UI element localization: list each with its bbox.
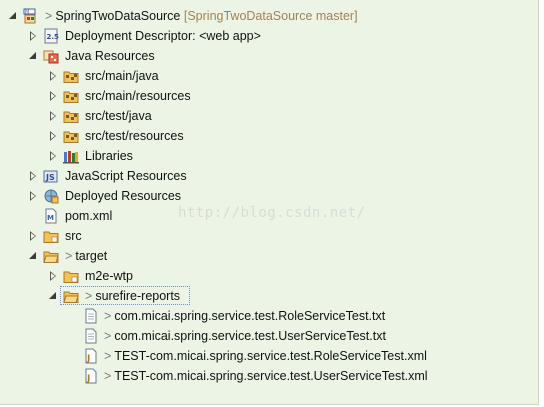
git-marker: > [65, 249, 73, 263]
collapsed-arrow-icon[interactable] [48, 270, 58, 282]
package-folder-icon [63, 88, 79, 104]
svg-text:J: J [86, 354, 90, 364]
libraries-icon [63, 148, 79, 164]
project-explorer-tree[interactable]: http://blog.csdn.net/ M > SpringTwoDataSo… [0, 0, 539, 405]
java-resources-icon [43, 48, 59, 64]
tree-item-src-test-resources[interactable]: src/test/resources [0, 126, 530, 146]
folder-icon [63, 288, 79, 304]
folder-icon [43, 228, 59, 244]
file-label: TEST-com.micai.spring.service.test.UserS… [114, 369, 428, 383]
svg-text:JS: JS [45, 173, 55, 182]
collapsed-arrow-icon[interactable] [28, 230, 38, 242]
tree-item-java-resources[interactable]: Java Resources [0, 46, 530, 66]
javascript-resources-label: JavaScript Resources [65, 169, 187, 183]
libraries-label: Libraries [85, 149, 133, 163]
tree-item-m2e-wtp[interactable]: m2e-wtp [0, 266, 530, 286]
deployed-resources-label: Deployed Resources [65, 189, 182, 203]
pom-label: pom.xml [65, 209, 113, 223]
tree-item-target[interactable]: > target [0, 246, 530, 266]
surefire-reports-label: surefire-reports [95, 289, 181, 303]
text-file-icon [83, 308, 99, 324]
svg-text:2.5: 2.5 [47, 33, 60, 41]
file-label: com.micai.spring.service.test.RoleServic… [114, 309, 386, 323]
tree-item-project[interactable]: M > SpringTwoDataSource [SpringTwoDataSou… [0, 6, 530, 26]
text-file-icon [83, 328, 99, 344]
deployment-descriptor-icon: 2.5 [43, 28, 59, 44]
folder-icon [63, 268, 79, 284]
tree-item-file[interactable]: J > TEST-com.micai.spring.service.test.Ro… [0, 346, 530, 366]
maven-web-project-icon: M [23, 8, 39, 24]
javascript-resources-icon: JS [43, 168, 59, 184]
tree-item-src-main-java[interactable]: src/main/java [0, 66, 530, 86]
xml-file-icon: J [83, 348, 99, 364]
collapsed-arrow-icon[interactable] [48, 110, 58, 122]
tree-item-file[interactable]: > com.micai.spring.service.test.RoleServi… [0, 306, 530, 326]
xml-file-icon: M [43, 208, 59, 224]
collapsed-arrow-icon[interactable] [48, 150, 58, 162]
java-resources-label: Java Resources [65, 49, 155, 63]
tree-item-libraries[interactable]: Libraries [0, 146, 530, 166]
tree-item-file[interactable]: > com.micai.spring.service.test.UserServi… [0, 326, 530, 346]
project-label: SpringTwoDataSource [55, 9, 181, 23]
collapsed-arrow-icon[interactable] [28, 30, 38, 42]
tree-item-file[interactable]: J > TEST-com.micai.spring.service.test.Us… [0, 366, 530, 386]
m2e-wtp-label: m2e-wtp [85, 269, 133, 283]
git-marker: > [104, 309, 112, 323]
git-branch-decoration: [SpringTwoDataSource master] [183, 9, 358, 23]
src-test-resources-label: src/test/resources [85, 129, 184, 143]
collapsed-arrow-icon[interactable] [28, 190, 38, 202]
git-marker: > [104, 369, 112, 383]
tree-item-src[interactable]: src [0, 226, 530, 246]
deployed-resources-icon [43, 188, 59, 204]
tree-item-deployed-resources[interactable]: Deployed Resources [0, 186, 530, 206]
git-marker: > [104, 349, 112, 363]
collapsed-arrow-icon[interactable] [48, 130, 58, 142]
xml-file-icon: J [83, 368, 99, 384]
collapsed-arrow-icon[interactable] [28, 170, 38, 182]
src-main-java-label: src/main/java [85, 69, 159, 83]
git-marker: > [85, 289, 93, 303]
tree-item-src-main-resources[interactable]: src/main/resources [0, 86, 530, 106]
expanded-arrow-icon[interactable] [28, 50, 38, 62]
git-marker: > [45, 9, 53, 23]
folder-icon [43, 248, 59, 264]
file-label: com.micai.spring.service.test.UserServic… [114, 329, 386, 343]
expanded-arrow-icon[interactable] [28, 250, 38, 262]
file-label: TEST-com.micai.spring.service.test.RoleS… [114, 349, 427, 363]
tree-item-javascript-resources[interactable]: JS JavaScript Resources [0, 166, 530, 186]
tree-item-pom[interactable]: M pom.xml [0, 206, 530, 226]
svg-text:M: M [47, 214, 54, 222]
package-folder-icon [63, 128, 79, 144]
tree-item-surefire-reports[interactable]: > surefire-reports [0, 286, 530, 306]
src-main-resources-label: src/main/resources [85, 89, 191, 103]
collapsed-arrow-icon[interactable] [48, 70, 58, 82]
expanded-arrow-icon[interactable] [48, 290, 58, 302]
tree-item-src-test-java[interactable]: src/test/java [0, 106, 530, 126]
git-marker: > [104, 329, 112, 343]
deployment-descriptor-label: Deployment Descriptor: <web app> [65, 29, 261, 43]
target-label: target [75, 249, 108, 263]
collapsed-arrow-icon[interactable] [48, 90, 58, 102]
package-folder-icon [63, 108, 79, 124]
src-test-java-label: src/test/java [85, 109, 152, 123]
src-label: src [65, 229, 82, 243]
svg-text:J: J [86, 374, 90, 384]
package-folder-icon [63, 68, 79, 84]
expanded-arrow-icon[interactable] [8, 10, 18, 22]
tree-item-deployment-descriptor[interactable]: 2.5 Deployment Descriptor: <web app> [0, 26, 530, 46]
